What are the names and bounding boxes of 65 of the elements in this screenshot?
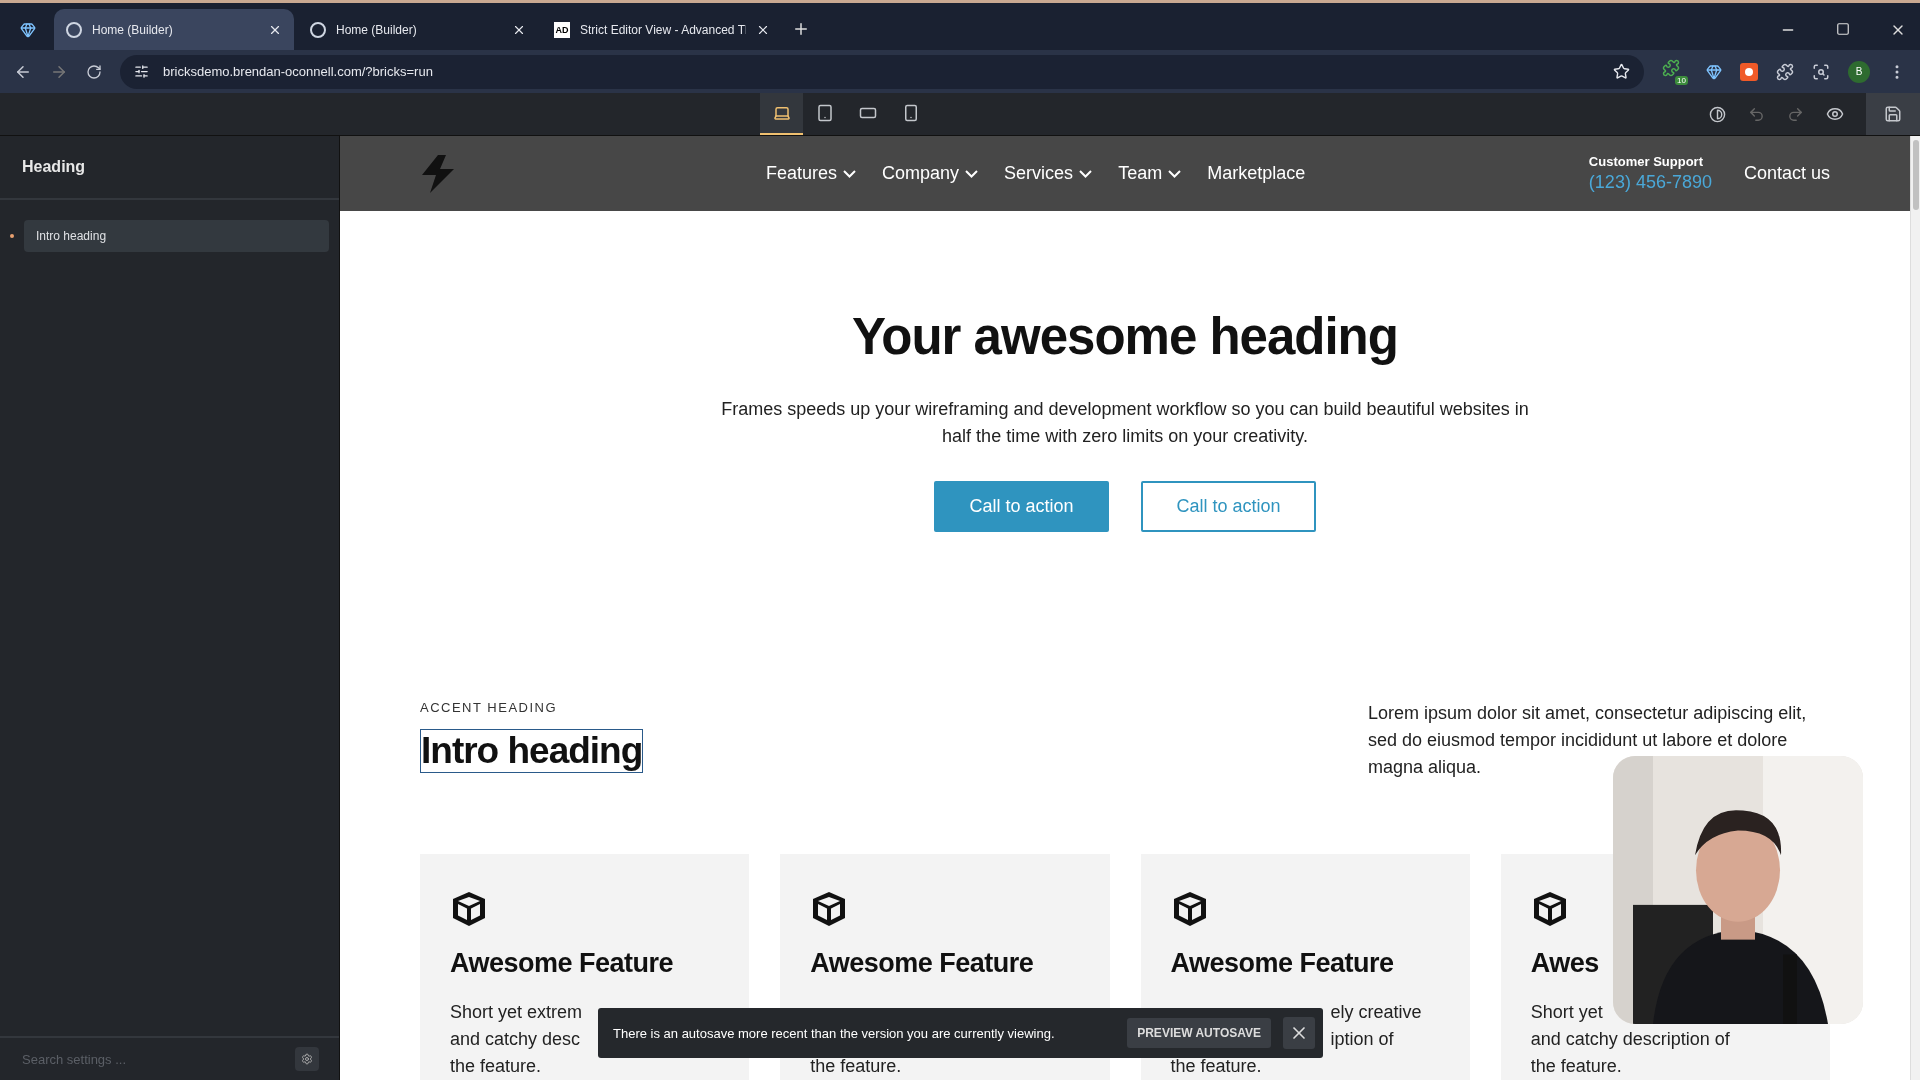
card-text: the feature. [450,1055,542,1078]
card-title: Awesome Feature [450,948,675,979]
nav-link[interactable]: Services [1004,163,1093,184]
address-bar[interactable]: bricksdemo.brendan-oconnell.com/?bricks=run [120,54,1644,89]
nav-link[interactable]: Marketplace [1207,163,1306,184]
intro-text: Lorem ipsum dolor sit amet, consectetur adipiscing elit, sed do eiusmod tempor incididunt ut labore et dolore magna aliqua. [1368,702,1808,779]
undo-icon[interactable] [1748,105,1765,123]
hero-heading: Your awesome heading [852,307,1398,366]
panel-title: Heading [0,136,339,200]
scrollbar-thumb[interactable] [1912,140,1919,210]
redo-icon[interactable] [1787,105,1804,123]
hero-text: Frames speeds up your wireframing and development workflow so you can build beautiful websites in half the time with zero limits on your creativity. [720,398,1530,448]
card-text: iption of [1330,1028,1394,1051]
nav-link[interactable]: Company [882,163,979,184]
intro-heading[interactable]: Intro heading [420,729,644,773]
cube-icon [450,890,488,928]
nav-link[interactable]: Features [766,163,857,184]
nav-link[interactable]: Contact us [1743,163,1830,184]
reload-icon[interactable] [86,63,102,80]
browser-tab[interactable]: Home (Builder) [54,9,294,50]
gear-icon [301,1052,313,1066]
star-icon[interactable] [1613,63,1630,80]
close-button[interactable] [1283,1017,1315,1049]
card-text: and catchy desc [450,1028,581,1051]
device-button[interactable] [760,93,803,135]
laptop-icon [772,104,791,122]
search-field[interactable]: Search settings ... [20,1050,285,1068]
maximize-icon[interactable] [1836,22,1850,36]
tab-search-icon[interactable] [1812,62,1830,81]
browser-tab[interactable]: Home (Builder) [298,9,538,50]
circle-logo-icon [66,21,82,38]
preview-button[interactable]: PREVIEW AUTOSAVE [1127,1018,1271,1048]
browser-tab[interactable]: AD Strict Editor View - Advanced Tl [542,9,782,50]
card-text: Short yet [1530,1001,1603,1024]
eye-icon[interactable] [1826,105,1844,123]
profile-avatar[interactable]: B [1848,60,1870,83]
save-icon [1884,105,1902,123]
settings-button[interactable] [295,1047,319,1071]
accent-heading: ACCENT HEADING [420,700,558,715]
card-title: Awes [1530,948,1600,979]
card-text: ely creative [1330,1001,1422,1024]
card-text: the feature. [1530,1055,1622,1078]
site-icon: AD [554,21,570,38]
support-label: Customer Support [1588,154,1704,169]
phone-link[interactable]: (123) 456-7890 [1588,172,1712,193]
notice-text: There is an autosave more recent than the version you are currently viewing. [613,1025,1056,1041]
tablet-icon [815,104,834,122]
save-button[interactable] [1866,93,1920,135]
card-text: and catchy description of [1530,1028,1730,1051]
structure-item[interactable]: Intro heading [24,220,329,252]
extensions-icon[interactable] [1776,62,1794,81]
contrast-icon[interactable] [1709,105,1726,123]
card-title: Awesome Feature [1170,948,1395,979]
circle-logo-icon [310,21,326,38]
url-text: bricksdemo.brendan-oconnell.com/?bricks=run [163,64,434,79]
nav-link[interactable]: Team [1118,163,1182,184]
card-text: Short yet extrem [450,1001,583,1024]
card-text: the feature. [810,1055,902,1078]
site-settings-icon[interactable] [134,64,149,79]
new-tab-icon[interactable] [792,20,810,38]
diamond-icon[interactable] [20,22,36,38]
diamond-icon[interactable] [1706,63,1722,80]
card-text: the feature. [1170,1055,1262,1078]
extension-icon[interactable] [1740,62,1758,81]
card-title: Awesome Feature [810,948,1035,979]
